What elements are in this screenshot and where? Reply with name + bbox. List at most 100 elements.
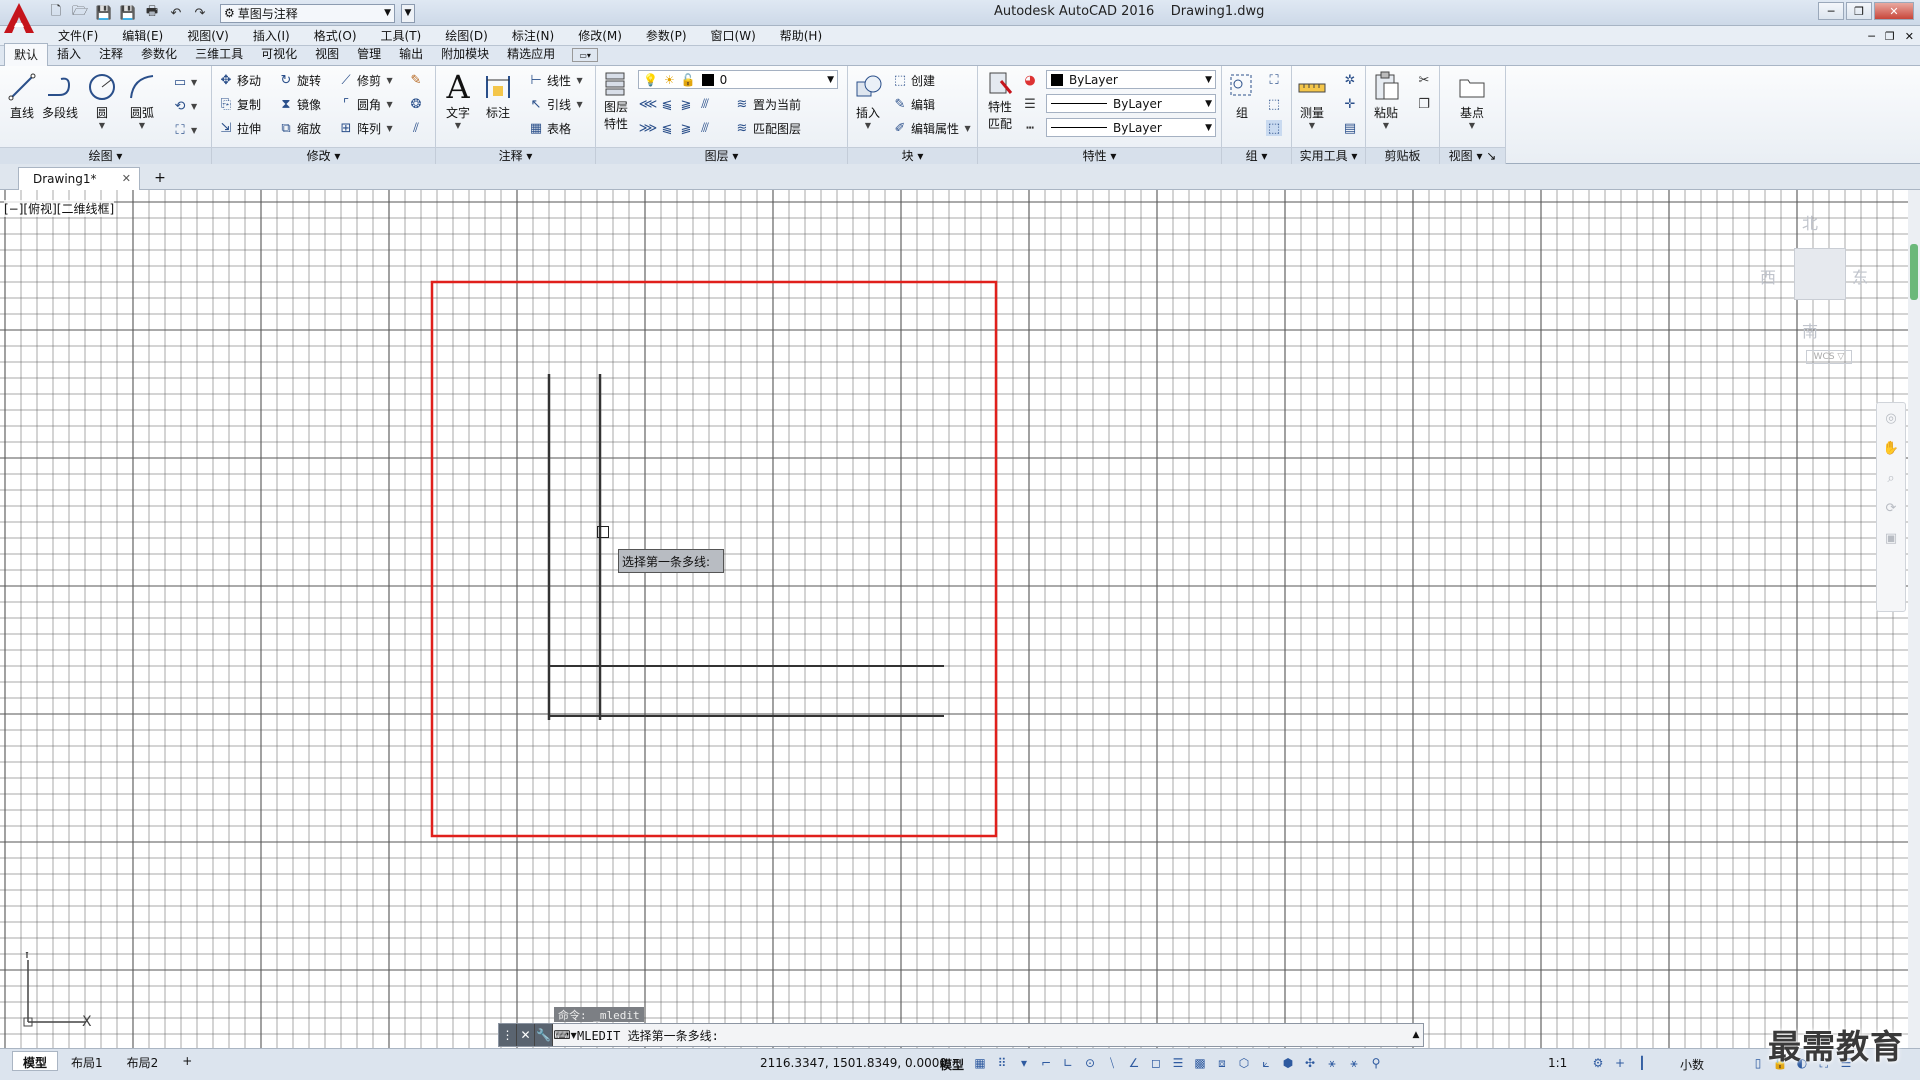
scrollbar-thumb[interactable] bbox=[1910, 244, 1918, 300]
lineweight-button[interactable]: ☰ bbox=[1022, 94, 1038, 114]
set-current-button[interactable]: ≋ 置为当前 bbox=[734, 94, 801, 114]
menu-tools[interactable]: 工具(T) bbox=[369, 27, 434, 44]
match-properties-button[interactable]: 特性 匹配 bbox=[984, 70, 1016, 132]
menu-view[interactable]: 视图(V) bbox=[175, 27, 241, 44]
tab-view[interactable]: 视图 bbox=[306, 43, 348, 65]
doc-minimize-icon[interactable]: ─ bbox=[1868, 30, 1875, 43]
copy-clip-button[interactable]: ❐ bbox=[1416, 94, 1432, 114]
selection-cycling-icon[interactable]: ⧈ bbox=[1214, 1053, 1230, 1073]
close-tab-icon[interactable]: ✕ bbox=[122, 172, 131, 185]
grid-toggle-icon[interactable]: ▦ bbox=[972, 1053, 988, 1073]
add-scale-icon[interactable]: + bbox=[1612, 1053, 1628, 1073]
quick-properties-icon[interactable]: ▯ bbox=[1750, 1053, 1766, 1073]
dynamic-ucs-icon[interactable]: ⟀ bbox=[1258, 1053, 1274, 1073]
viewcube-east[interactable]: 东 bbox=[1852, 264, 1868, 288]
annotation-monitor-icon[interactable]: ┃ bbox=[1634, 1053, 1650, 1073]
tab-featured-apps[interactable]: 精选应用 bbox=[498, 43, 564, 65]
save-as-icon[interactable]: 💾 bbox=[118, 3, 138, 23]
rectangle-button[interactable]: ▭ ▼ bbox=[172, 72, 197, 92]
open-file-icon[interactable]: 🗁 bbox=[70, 3, 90, 23]
panel-title-clipboard[interactable]: 剪贴板 bbox=[1366, 147, 1439, 164]
measure-button[interactable]: 测量 ▼ bbox=[1296, 70, 1328, 130]
object-snap-tracking-icon[interactable]: ∠ bbox=[1126, 1053, 1142, 1073]
command-line-grip-icon[interactable]: ⋮ bbox=[499, 1024, 517, 1046]
doc-restore-icon[interactable]: ❐ bbox=[1885, 30, 1895, 43]
layer-properties-button[interactable]: 图层 特性 bbox=[600, 70, 632, 132]
array-button[interactable]: ⊞ 阵列 ▼ bbox=[338, 118, 393, 138]
gizmo-icon[interactable]: ✣ bbox=[1302, 1053, 1318, 1073]
annotation-scale-icon[interactable]: ⚲ bbox=[1368, 1053, 1384, 1073]
model-space-toggle[interactable]: 模型 bbox=[940, 1056, 964, 1073]
explode-button[interactable]: ❂ bbox=[408, 94, 424, 114]
panel-title-groups[interactable]: 组 ▾ bbox=[1222, 147, 1291, 164]
isometric-icon[interactable]: ⧹ bbox=[1104, 1053, 1120, 1073]
viewcube-top-face[interactable] bbox=[1794, 248, 1846, 300]
point-style-button[interactable]: ✛ bbox=[1342, 94, 1358, 114]
minimize-button[interactable]: ─ bbox=[1818, 2, 1844, 20]
doc-close-icon[interactable]: ✕ bbox=[1905, 30, 1914, 43]
viewcube-west[interactable]: 西 bbox=[1760, 264, 1776, 288]
layer-isolate-icon[interactable]: ⫹ bbox=[659, 96, 675, 112]
arc-button[interactable]: 圆弧 ▼ bbox=[126, 70, 158, 130]
mirror-button[interactable]: ⧗ 镜像 bbox=[278, 94, 321, 114]
fillet-button[interactable]: ⌜ 圆角 ▼ bbox=[338, 94, 393, 114]
text-button[interactable]: A 文字 ▼ bbox=[442, 68, 474, 130]
panel-title-properties[interactable]: 特性 ▾ bbox=[978, 147, 1221, 164]
trim-button[interactable]: ⟋ 修剪 ▼ bbox=[338, 70, 392, 90]
hatch-button[interactable]: ⟲ ▼ bbox=[172, 96, 198, 116]
close-button[interactable]: ✕ bbox=[1874, 2, 1914, 20]
steering-wheel-icon[interactable]: ◎ bbox=[1877, 403, 1905, 433]
ortho-mode-icon[interactable]: ∟ bbox=[1060, 1053, 1076, 1073]
lineweight-combo[interactable]: ByLayer ▼ bbox=[1046, 118, 1216, 137]
tab-visualize[interactable]: 可视化 bbox=[252, 43, 306, 65]
redo-icon[interactable]: ↷ bbox=[190, 3, 210, 23]
tab-annotate[interactable]: 注释 bbox=[90, 43, 132, 65]
scale-button[interactable]: ⧉ 缩放 bbox=[278, 118, 321, 138]
vertical-scrollbar[interactable] bbox=[1908, 190, 1920, 1048]
copy-button[interactable]: ⎘ 复制 bbox=[218, 94, 261, 114]
polyline-button[interactable]: 多段线 bbox=[42, 70, 78, 121]
layer-on-icon[interactable]: ⋙ bbox=[639, 120, 658, 136]
edit-attributes-button[interactable]: ✐ 编辑属性 ▼ bbox=[892, 118, 971, 138]
linetype-combo[interactable]: ByLayer ▼ bbox=[1046, 94, 1216, 113]
menu-modify[interactable]: 修改(M) bbox=[566, 27, 634, 44]
tab-insert[interactable]: 插入 bbox=[48, 43, 90, 65]
save-icon[interactable]: 💾 bbox=[94, 3, 114, 23]
tab-addins[interactable]: 附加模块 bbox=[432, 43, 498, 65]
layer-unlock-icon[interactable]: ⫻ bbox=[697, 120, 713, 136]
panel-title-utilities[interactable]: 实用工具 ▾ bbox=[1292, 147, 1365, 164]
group-select-button[interactable]: ⬚ bbox=[1266, 118, 1282, 138]
infer-constraints-icon[interactable]: ▾ bbox=[1016, 1053, 1032, 1073]
pan-icon[interactable]: ✋ bbox=[1877, 433, 1905, 463]
ribbon-display-toggle-icon[interactable]: ▭▾ bbox=[572, 48, 599, 62]
print-icon[interactable]: 🖶 bbox=[142, 3, 162, 23]
undo-icon[interactable]: ↶ bbox=[166, 3, 186, 23]
layout-tab-layout2[interactable]: 布局2 bbox=[116, 1051, 170, 1071]
wcs-menu[interactable]: WCS ▽ bbox=[1806, 350, 1852, 364]
add-layout-button[interactable]: + bbox=[171, 1051, 203, 1071]
command-prompt-icon[interactable]: ⌨▾ bbox=[553, 1028, 577, 1042]
color-wheel-button[interactable]: ◕ bbox=[1022, 70, 1038, 90]
new-file-icon[interactable]: 🗋 bbox=[46, 3, 66, 23]
calculator-button[interactable]: ▤ bbox=[1342, 118, 1358, 138]
tab-default[interactable]: 默认 bbox=[4, 43, 49, 66]
3d-object-snap-icon[interactable]: ⬡ bbox=[1236, 1053, 1252, 1073]
create-block-button[interactable]: ⬚ 创建 bbox=[892, 70, 935, 90]
menu-format[interactable]: 格式(O) bbox=[302, 27, 369, 44]
insert-block-button[interactable]: 插入 ▼ bbox=[852, 70, 884, 130]
selection-filter-icon[interactable]: ⬢ bbox=[1280, 1053, 1296, 1073]
zoom-icon[interactable]: ⌕ bbox=[1877, 463, 1905, 493]
base-view-button[interactable]: 基点 ▼ bbox=[1456, 70, 1488, 130]
drawing-canvas[interactable]: [−][俯视][二维线框] 选择第一条多线: 北 西 东 南 WCS ▽ ◎ ✋… bbox=[0, 190, 1908, 1048]
region-button[interactable]: ⛶ ▼ bbox=[172, 120, 197, 140]
menu-edit[interactable]: 编辑(E) bbox=[110, 27, 175, 44]
layer-unisolate-icon[interactable]: ⫹ bbox=[659, 120, 675, 136]
panel-title-view[interactable]: 视图 ▾ ↘ bbox=[1440, 147, 1505, 164]
leader-button[interactable]: ↖ 引线 ▼ bbox=[528, 94, 583, 114]
auto-scale-icon[interactable]: ⚹ bbox=[1346, 1053, 1362, 1073]
group-button[interactable]: 组 bbox=[1226, 70, 1258, 121]
dynamic-input-icon[interactable]: ⌐ bbox=[1038, 1053, 1054, 1073]
viewcube[interactable]: 北 西 东 南 WCS ▽ bbox=[1750, 200, 1870, 400]
command-input[interactable]: MLEDIT 选择第一条多线: bbox=[577, 1025, 1409, 1045]
polar-tracking-icon[interactable]: ⊙ bbox=[1082, 1053, 1098, 1073]
